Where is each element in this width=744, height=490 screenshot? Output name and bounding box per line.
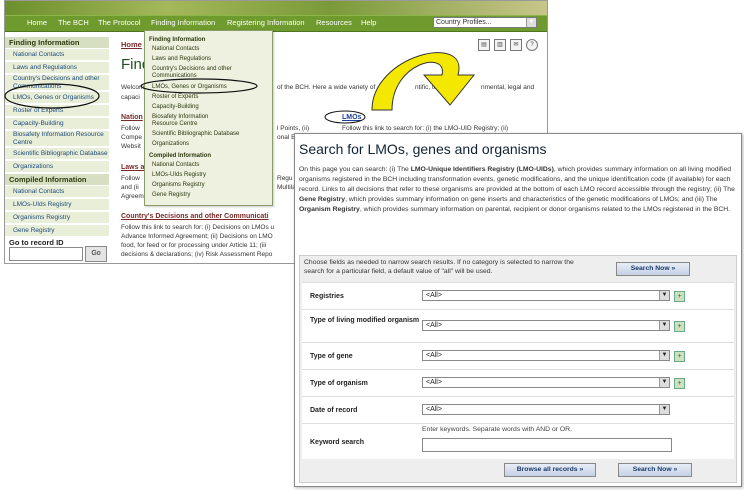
lmo-type-value: <All> [426,322,442,329]
chevron-down-icon: ▼ [659,405,669,414]
search-page-title: Search for LMOs, genes and organisms [299,141,547,157]
search-form-panel: Choose fields as needed to narrow search… [299,255,737,483]
date-label: Date of record [310,407,358,414]
sidebar-highlight-ellipse [4,83,100,109]
chevron-down-icon: ▼ [659,351,669,360]
registries-value: <All> [426,292,442,299]
date-value: <All> [426,406,442,413]
search-now-button-bottom[interactable]: Search Now » [618,463,692,477]
date-row: Date of record <All> ▼ [302,396,734,423]
gene-type-label: Type of gene [310,353,353,360]
lmo-type-row: Type of living modified organism <All> ▼ … [302,309,734,342]
search-actions-bar: Browse all records » Search Now » [302,459,734,480]
date-select[interactable]: <All> ▼ [422,404,670,415]
registries-label: Registries [310,293,344,300]
lmo-type-label: Type of living modified organism [310,317,420,324]
search-now-button-top[interactable]: Search Now » [616,262,690,276]
search-lmos-window: Search for LMOs, genes and organisms On … [294,133,742,487]
search-hint: Choose fields as needed to narrow search… [304,259,574,275]
keyword-row: Keyword search Enter keywords. Separate … [302,423,734,460]
add-gene-type-icon[interactable]: + [674,351,685,362]
keyword-input[interactable] [422,438,672,452]
add-registries-icon[interactable]: + [674,291,685,302]
browse-all-records-button[interactable]: Browse all records » [504,463,596,477]
keyword-hint: Enter keywords. Separate words with AND … [422,426,572,433]
gene-type-value: <All> [426,352,442,359]
lmos-link-highlight-ellipse [324,110,366,124]
organism-type-label: Type of organism [310,380,368,387]
desc-part-4: , which provides summary information on … [359,206,731,213]
gene-type-select[interactable]: <All> ▼ [422,350,670,361]
organism-type-select[interactable]: <All> ▼ [422,377,670,388]
chevron-down-icon: ▼ [659,291,669,300]
desc-part-1: On this page you can search: (i) The [299,166,411,173]
gene-type-row: Type of gene <All> ▼ + [302,342,734,369]
lmo-type-select[interactable]: <All> ▼ [422,320,670,331]
registries-row: Registries <All> ▼ + [302,282,734,309]
keyword-label: Keyword search [310,439,365,446]
chevron-down-icon: ▼ [659,378,669,387]
add-lmo-type-icon[interactable]: + [674,321,685,332]
organism-type-row: Type of organism <All> ▼ + [302,369,734,396]
search-description: On this page you can search: (i) The LMO… [299,165,735,215]
desc-lmo-uids: LMO-Unique Identifiers Registry (LMO-UID… [410,166,554,173]
desc-organism-registry: Organism Registry [299,206,360,213]
curved-arrow-icon [371,52,476,111]
chevron-down-icon: ▼ [659,321,669,330]
desc-gene-registry: Gene Registry [299,196,346,203]
desc-part-3: , which provides summary information on … [345,196,718,203]
organism-type-value: <All> [426,379,442,386]
dropdown-highlight-ellipse [140,78,258,94]
add-organism-type-icon[interactable]: + [674,378,685,389]
registries-select[interactable]: <All> ▼ [422,290,670,301]
